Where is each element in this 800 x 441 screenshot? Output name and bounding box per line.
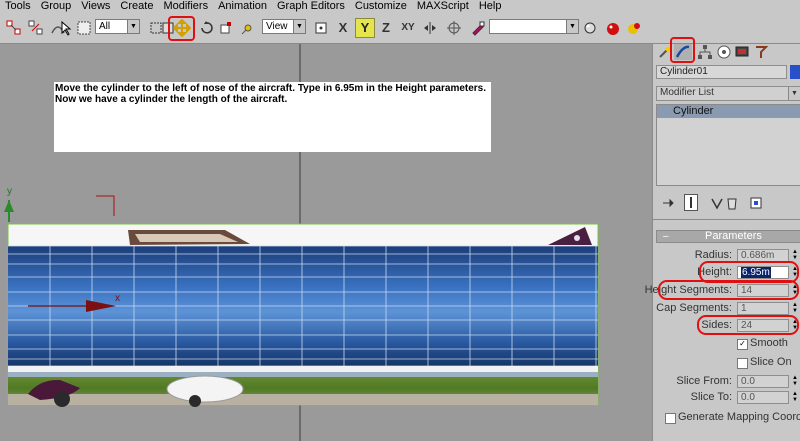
show-end-result-icon[interactable]: [684, 194, 698, 211]
main-toolbar: All ▼ View ▼ X Y Z XY ▼: [0, 13, 800, 44]
parameters-rollout-header[interactable]: – Parameters: [656, 230, 800, 243]
object-name-field[interactable]: Cylinder01: [656, 65, 787, 79]
sides-spinner[interactable]: ▲ ▼: [791, 319, 799, 332]
smooth-label: Smooth: [750, 337, 788, 349]
smooth-checkbox[interactable]: ✓: [737, 339, 748, 350]
unlink-icon[interactable]: [26, 18, 46, 38]
axis-y-button[interactable]: Y: [355, 18, 375, 38]
slice-from-label: Slice From:: [676, 375, 732, 387]
instruction-note: Move the cylinder to the left of nose of…: [54, 82, 491, 152]
menu-create[interactable]: Create: [115, 0, 158, 13]
menu-help[interactable]: Help: [474, 0, 507, 13]
radius-field[interactable]: 0.686m: [737, 249, 789, 262]
height-field[interactable]: 6.95m: [737, 266, 789, 279]
select-link-icon[interactable]: [4, 18, 24, 38]
make-unique-icon[interactable]: [710, 196, 724, 210]
hierarchy-tab-icon[interactable]: [697, 44, 713, 60]
rollout-title: Parameters: [705, 230, 762, 242]
height-segments-spinner[interactable]: ▲ ▼: [791, 284, 799, 297]
slice-to-label: Slice To:: [690, 391, 732, 403]
instruction-line-1: Move the cylinder to the left of nose of…: [55, 83, 487, 94]
modify-tab-icon[interactable]: [674, 44, 692, 60]
chevron-down-icon: ▼: [566, 20, 578, 33]
modifier-stack: Cylinder: [656, 104, 800, 186]
radius-label: Radius:: [694, 249, 732, 261]
chevron-down-icon: ▼: [293, 20, 305, 33]
panel-divider: [653, 219, 800, 220]
height-field-value: 6.95m: [741, 267, 771, 278]
height-spinner[interactable]: ▲ ▼: [791, 266, 799, 279]
menu-customize[interactable]: Customize: [350, 0, 412, 13]
height-segments-label: Height Segments:: [644, 284, 732, 296]
modifier-list-dropdown[interactable]: Modifier List ▼: [656, 86, 800, 101]
motion-tab-icon[interactable]: [716, 44, 732, 60]
cap-segments-label: Cap Segments:: [656, 302, 732, 314]
sides-field[interactable]: 24: [737, 319, 789, 332]
menu-group[interactable]: Group: [36, 0, 77, 13]
move-tool-icon[interactable]: [172, 18, 192, 38]
pivot-center-icon[interactable]: [311, 18, 331, 38]
sides-label: Sides:: [701, 319, 732, 331]
radius-spinner[interactable]: ▲ ▼: [791, 249, 799, 262]
world-axis-gizmo: [4, 200, 14, 222]
menu-graph-editors[interactable]: Graph Editors: [272, 0, 350, 13]
slice-to-field[interactable]: 0.0: [737, 391, 789, 404]
slice-on-label: Slice On: [750, 356, 792, 368]
render-scene-icon[interactable]: [603, 18, 623, 38]
named-selection-icon[interactable]: [468, 18, 488, 38]
remove-modifier-icon[interactable]: [725, 196, 739, 210]
utilities-tab-icon[interactable]: [753, 44, 769, 60]
cap-segments-spinner[interactable]: ▲ ▼: [791, 302, 799, 315]
reference-coordinate-system-dropdown[interactable]: View ▼: [262, 19, 306, 34]
configure-modifier-sets-icon[interactable]: [749, 196, 763, 210]
height-label: Height:: [697, 266, 732, 278]
align-icon[interactable]: [444, 18, 464, 38]
snap-toggle-icon[interactable]: [238, 18, 258, 38]
named-selection-sets-dropdown[interactable]: ▼: [489, 19, 579, 34]
axis-xy-button[interactable]: XY: [398, 18, 418, 38]
select-object-icon[interactable]: [56, 18, 76, 38]
coord-system-value: View: [266, 21, 288, 32]
rotate-tool-icon[interactable]: [196, 18, 216, 38]
menu-views[interactable]: Views: [76, 0, 115, 13]
select-by-name-icon[interactable]: [74, 18, 94, 38]
cap-segments-field[interactable]: 1: [737, 302, 789, 315]
modifier-list-label: Modifier List: [660, 87, 714, 98]
slice-from-spinner[interactable]: ▲ ▼: [791, 375, 799, 388]
command-panel: Cylinder01 Modifier List ▼ Cylinder – Pa…: [645, 37, 800, 441]
modifier-stack-item[interactable]: Cylinder: [657, 105, 800, 118]
create-tab-icon[interactable]: [657, 44, 673, 60]
chevron-down-icon: ▼: [127, 20, 139, 33]
display-tab-icon[interactable]: [734, 44, 750, 60]
chevron-down-icon: ▼: [788, 87, 800, 100]
axis-x-button[interactable]: X: [333, 18, 353, 38]
pin-stack-icon[interactable]: [661, 196, 675, 210]
material-editor-icon[interactable]: [580, 18, 600, 38]
quick-render-icon[interactable]: [624, 18, 644, 38]
height-segments-field[interactable]: 14: [737, 284, 789, 297]
object-color-swatch[interactable]: [790, 65, 800, 79]
generate-mapping-checkbox[interactable]: [665, 413, 676, 424]
y-axis-label: y: [7, 186, 12, 197]
mirror-icon[interactable]: [420, 18, 440, 38]
slice-from-field[interactable]: 0.0: [737, 375, 789, 388]
menu-modifiers[interactable]: Modifiers: [158, 0, 213, 13]
slice-on-checkbox[interactable]: [737, 358, 748, 369]
selection-filter-dropdown[interactable]: All ▼: [95, 19, 140, 34]
slice-to-spinner[interactable]: ▲ ▼: [791, 391, 799, 404]
generate-mapping-label: Generate Mapping Coords: [678, 411, 800, 423]
menu-animation[interactable]: Animation: [213, 0, 272, 13]
menu-bar: Tools Group Views Create Modifiers Anima…: [0, 0, 800, 13]
scale-tool-icon[interactable]: [216, 18, 236, 38]
instruction-line-2: Now we have a cylinder the length of the…: [55, 94, 288, 105]
axis-z-button[interactable]: Z: [376, 18, 396, 38]
menu-tools[interactable]: Tools: [0, 0, 36, 13]
selection-filter-value: All: [99, 21, 111, 32]
rollout-collapse-toggle: –: [663, 231, 669, 242]
x-gizmo-label: x: [115, 293, 120, 304]
menu-maxscript[interactable]: MAXScript: [412, 0, 474, 13]
